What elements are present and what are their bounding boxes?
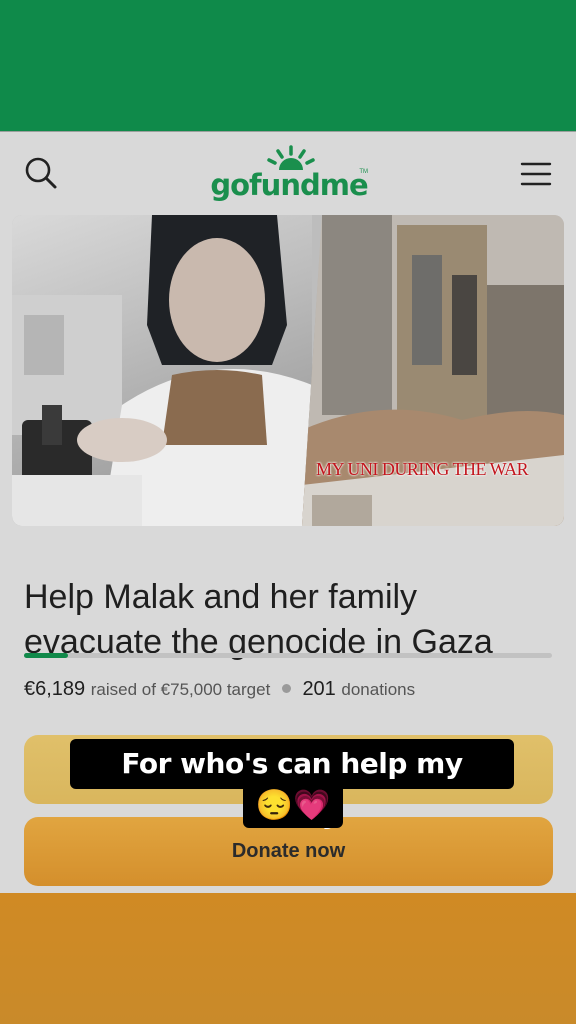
fundraising-stats: €6,189 raised of €75,000 target 201 dona… [24, 678, 564, 701]
story-bottom-band [0, 893, 576, 1024]
hamburger-menu-icon[interactable] [520, 158, 552, 190]
gofundme-logo[interactable]: gofundme TM [208, 144, 370, 204]
story-emoji-overlay: 😔💗 [243, 784, 343, 828]
lab-photo [12, 215, 312, 526]
progress-bar [24, 653, 552, 658]
campaign-title: Help Malak and her family evacuate the g… [24, 577, 493, 661]
progress-fill [24, 653, 68, 658]
raised-label: raised of €75,000 target [90, 680, 271, 699]
donations-label: donations [341, 680, 416, 699]
separator-dot [281, 684, 291, 694]
story-top-band [0, 0, 576, 131]
campaign-hero-image: MY UNI DURING THE WAR [12, 215, 564, 526]
donations-count: 201 [302, 678, 336, 700]
hero-caption: MY UNI DURING THE WAR [316, 459, 529, 479]
trademark: TM [359, 169, 368, 175]
story-text-overlay-line1: For who's can help my family [70, 739, 514, 830]
logo-text: gofundme [210, 168, 368, 202]
lab-photo-illustration [12, 215, 312, 526]
raised-amount: €6,189 [24, 678, 86, 700]
search-icon[interactable] [22, 154, 60, 192]
header: gofundme TM [0, 132, 576, 214]
